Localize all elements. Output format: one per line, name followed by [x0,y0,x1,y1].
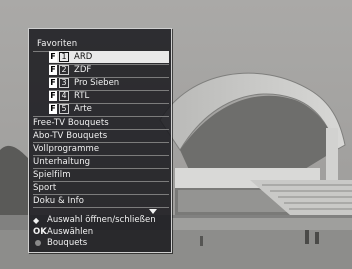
f-key-icon: F [49,52,57,62]
help-line-bouquets: Bouquets [33,238,173,249]
favorite-item-pro-sieben[interactable]: F 3 Pro Sieben [49,77,169,89]
favorite-label: RTL [74,91,90,101]
favorite-item-rtl[interactable]: F 4 RTL [49,90,169,102]
favorite-item-zdf[interactable]: F 2 ZDF [49,64,169,76]
favorite-number: 2 [59,65,69,75]
favorite-item-ard[interactable]: F 1 ARD [49,51,169,63]
menu-item-sport[interactable]: Sport [33,182,169,194]
favorite-label: Pro Sieben [74,78,120,88]
f-key-icon: F [49,65,57,75]
favorite-number: 3 [59,78,69,88]
menu-item-unterhaltung[interactable]: Unterhaltung [33,156,169,168]
menu-item-doku-info[interactable]: Doku & Info [33,195,169,207]
help-text: Bouquets [47,238,88,248]
left-right-arrow-icon: ◆ [33,216,40,225]
menu-item-spielfilm[interactable]: Spielfilm [33,169,169,181]
menu-item-vollprogramme[interactable]: Vollprogramme [33,143,169,155]
help-text: Auswählen [47,227,94,237]
favorites-menu-panel: Favoriten F 1 ARD F 2 ZDF F 3 Pro Sieben… [28,28,172,253]
f-key-icon: F [49,78,57,88]
scroll-down-arrow-icon[interactable] [149,209,157,214]
help-text: Auswahl öffnen/schließen [47,215,156,225]
favorite-number: 4 [59,91,69,101]
f-key-icon: F [49,104,57,114]
favorite-item-arte[interactable]: F 5 Arte [49,103,169,115]
favorites-header[interactable]: Favoriten [37,38,173,50]
help-line-toggle: ◆ Auswahl öffnen/schließen [33,215,173,226]
favorite-number: 5 [59,104,69,114]
favorite-number: 1 [59,52,69,62]
f-key-icon: F [49,91,57,101]
grey-dot-button-icon [33,238,45,249]
ok-key-icon: OK [33,227,47,237]
favorite-label: ARD [74,52,93,62]
divider [33,207,169,208]
favorite-label: ZDF [74,65,92,75]
favorite-label: Arte [74,104,92,114]
menu-item-abo-tv-bouquets[interactable]: Abo-TV Bouquets [33,130,169,142]
menu-item-free-tv-bouquets[interactable]: Free-TV Bouquets [33,117,169,129]
help-line-ok: OK Auswählen [33,227,173,238]
